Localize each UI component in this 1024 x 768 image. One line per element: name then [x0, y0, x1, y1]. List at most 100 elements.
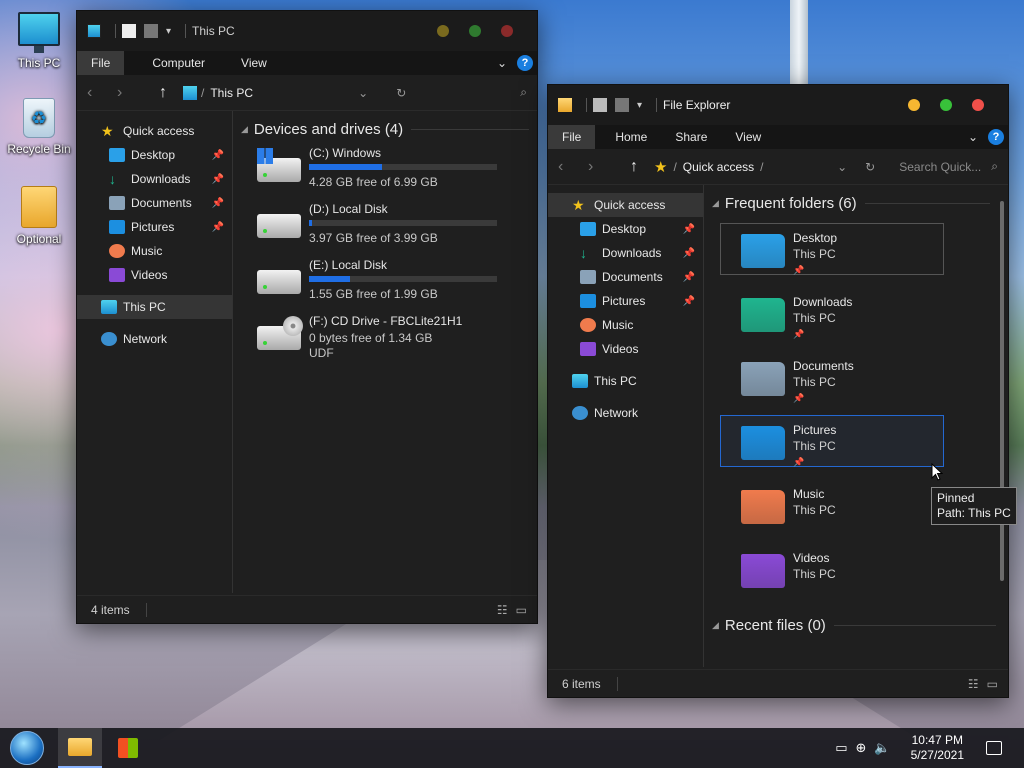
address-bar[interactable]: ‹ › ↑ ★ / Quick access / ⌄ ↻ Search Quic… [548, 149, 1008, 185]
search-icon[interactable]: ⌕ [991, 159, 998, 174]
new-folder-icon[interactable] [144, 24, 158, 38]
sidebar-item-desktop[interactable]: Desktop 📌 [548, 217, 703, 241]
sidebar-item-music[interactable]: Music [548, 313, 703, 337]
ribbon-expand-chevron-icon[interactable]: ⌄ [497, 56, 507, 70]
battery-icon[interactable]: ▭ [835, 740, 847, 756]
window-this-pc[interactable]: ▾ This PC File Computer View ⌄ ? ‹ › ↑ /… [76, 10, 538, 624]
back-arrow-icon[interactable]: ‹ [558, 158, 588, 176]
taskbar: ▭ ⊕ 🔈 10:47 PM 5/27/2021 [0, 728, 1024, 768]
drive-d[interactable]: (D:) Local Disk 3.97 GB free of 3.99 GB [241, 202, 529, 258]
drive-c[interactable]: (C:) Windows 4.28 GB free of 6.99 GB [241, 146, 529, 202]
help-button[interactable]: ? [988, 129, 1004, 145]
properties-icon[interactable] [122, 24, 136, 38]
sidebar-item-downloads[interactable]: ↓ Downloads 📌 [548, 241, 703, 265]
sidebar-item-this-pc[interactable]: This PC [77, 295, 232, 319]
titlebar[interactable]: ▾ File Explorer [548, 85, 1008, 125]
search-input[interactable]: Search Quick... [899, 160, 981, 174]
breadcrumb[interactable]: This PC [210, 86, 253, 100]
collapse-chevron-icon[interactable]: ◢ [241, 124, 248, 135]
minimize-button[interactable] [437, 25, 449, 37]
tab-file[interactable]: File [77, 51, 125, 75]
refresh-icon[interactable]: ↻ [865, 160, 875, 174]
details-view-icon[interactable]: ☷ [497, 603, 508, 617]
desktop-icon-recycle-bin[interactable]: ♻ Recycle Bin [4, 98, 74, 156]
ribbon-expand-chevron-icon[interactable]: ⌄ [968, 130, 978, 144]
drive-f-cd[interactable]: (F:) CD Drive - FBCLite21H1 0 bytes free… [241, 314, 529, 374]
network-globe-icon[interactable]: ⊕ [856, 740, 867, 756]
search-icon[interactable]: ⌕ [520, 85, 527, 100]
tab-view[interactable]: View [721, 125, 775, 149]
details-view-icon[interactable]: ☷ [968, 677, 979, 691]
tab-computer[interactable]: Computer [124, 51, 221, 75]
folder-tile-documents[interactable]: Documents This PC 📌 [720, 351, 944, 403]
sidebar-item-documents[interactable]: Documents 📌 [77, 191, 232, 215]
address-history-chevron-icon[interactable]: ⌄ [837, 160, 847, 174]
taskbar-store[interactable] [106, 728, 150, 768]
minimize-button[interactable] [908, 99, 920, 111]
up-arrow-icon[interactable]: ↑ [159, 84, 183, 102]
tab-share[interactable]: Share [661, 125, 721, 149]
large-icons-view-icon[interactable]: ▭ [987, 677, 998, 691]
new-folder-icon[interactable] [615, 98, 629, 112]
sidebar-item-videos[interactable]: Videos [77, 263, 232, 287]
sidebar-item-this-pc[interactable]: This PC [548, 369, 703, 393]
maximize-button[interactable] [940, 99, 952, 111]
sidebar-item-quick-access[interactable]: ★ Quick access [77, 119, 232, 143]
drive-free-space: 1.55 GB free of 1.99 GB [309, 287, 438, 301]
clock[interactable]: 10:47 PM 5/27/2021 [911, 733, 964, 763]
back-arrow-icon[interactable]: ‹ [87, 84, 117, 102]
close-button[interactable] [501, 25, 513, 37]
folder-tile-music[interactable]: Music This PC [720, 479, 944, 531]
close-button[interactable] [972, 99, 984, 111]
refresh-icon[interactable]: ↻ [396, 86, 406, 100]
large-icons-view-icon[interactable]: ▭ [516, 603, 527, 617]
breadcrumb[interactable]: Quick access [683, 160, 754, 174]
taskbar-file-explorer[interactable] [58, 728, 102, 768]
sidebar-item-quick-access[interactable]: ★ Quick access [548, 193, 703, 217]
window-file-explorer[interactable]: ▾ File Explorer File Home Share View ⌄ ?… [547, 84, 1009, 698]
collapse-chevron-icon[interactable]: ◢ [712, 620, 719, 631]
sidebar-item-videos[interactable]: Videos [548, 337, 703, 361]
window-title: This PC [192, 24, 235, 38]
tab-file[interactable]: File [548, 125, 596, 149]
sidebar-item-downloads[interactable]: ↓ Downloads 📌 [77, 167, 232, 191]
sidebar-item-label: This PC [594, 374, 637, 388]
customize-chevron-icon[interactable]: ▾ [637, 100, 642, 111]
start-button[interactable] [10, 731, 44, 765]
help-button[interactable]: ? [517, 55, 533, 71]
sidebar-item-desktop[interactable]: Desktop 📌 [77, 143, 232, 167]
sidebar-item-network[interactable]: Network [77, 327, 232, 351]
sidebar-item-pictures[interactable]: Pictures 📌 [77, 215, 232, 239]
desktop-icon-this-pc[interactable]: This PC [4, 12, 74, 70]
group-header[interactable]: ◢ Devices and drives (4) [241, 121, 529, 138]
properties-icon[interactable] [593, 98, 607, 112]
collapse-chevron-icon[interactable]: ◢ [712, 198, 719, 209]
folder-tile-pictures[interactable]: Pictures This PC 📌 [720, 415, 944, 467]
sidebar-item-pictures[interactable]: Pictures 📌 [548, 289, 703, 313]
folder-tile-downloads[interactable]: Downloads This PC 📌 [720, 287, 944, 339]
maximize-button[interactable] [469, 25, 481, 37]
customize-chevron-icon[interactable]: ▾ [166, 26, 171, 37]
drive-e[interactable]: (E:) Local Disk 1.55 GB free of 1.99 GB [241, 258, 529, 314]
group-header-frequent[interactable]: ◢ Frequent folders (6) [712, 195, 1000, 212]
desktop-icon-optional[interactable]: Optional [4, 186, 74, 246]
folder-tile-videos[interactable]: Videos This PC [720, 543, 944, 595]
forward-arrow-icon[interactable]: › [117, 84, 147, 102]
folder-tile-desktop[interactable]: Desktop This PC 📌 [720, 223, 944, 275]
tab-view[interactable]: View [221, 51, 283, 75]
ribbon-tabs: File Home Share View ⌄ ? [548, 125, 1008, 149]
address-history-chevron-icon[interactable]: ⌄ [358, 86, 368, 100]
titlebar[interactable]: ▾ This PC [77, 11, 537, 51]
sidebar-item-label: Documents [131, 196, 192, 210]
group-header-recent[interactable]: ◢ Recent files (0) [712, 617, 996, 634]
sidebar-item-network[interactable]: Network [548, 401, 703, 425]
address-bar[interactable]: ‹ › ↑ / This PC ⌄ ↻ ⌕ [77, 75, 537, 111]
tab-home[interactable]: Home [595, 125, 661, 149]
forward-arrow-icon[interactable]: › [588, 158, 618, 176]
notification-icon[interactable] [986, 741, 1002, 755]
volume-icon[interactable]: 🔈 [874, 740, 890, 756]
vertical-scrollbar[interactable] [1000, 191, 1006, 661]
sidebar-item-music[interactable]: Music [77, 239, 232, 263]
up-arrow-icon[interactable]: ↑ [630, 158, 654, 176]
sidebar-item-documents[interactable]: Documents 📌 [548, 265, 703, 289]
